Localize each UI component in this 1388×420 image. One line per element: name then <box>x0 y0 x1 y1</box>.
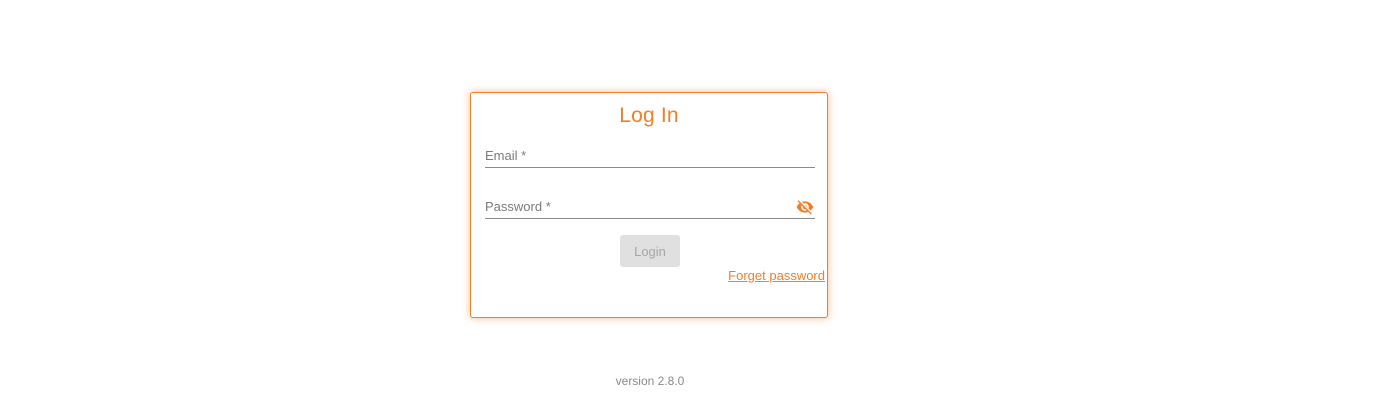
login-card: Log In Login Forget password <box>470 92 828 318</box>
login-button[interactable]: Login <box>620 235 680 267</box>
email-field[interactable] <box>485 144 815 167</box>
forget-password-link[interactable]: Forget password <box>728 268 825 283</box>
email-field-wrapper <box>485 144 815 168</box>
eye-off-icon[interactable] <box>795 198 815 216</box>
login-title: Log In <box>619 104 679 127</box>
password-field-wrapper <box>485 195 815 219</box>
password-field[interactable] <box>485 195 815 218</box>
version-label: version 2.8.0 <box>615 374 685 388</box>
